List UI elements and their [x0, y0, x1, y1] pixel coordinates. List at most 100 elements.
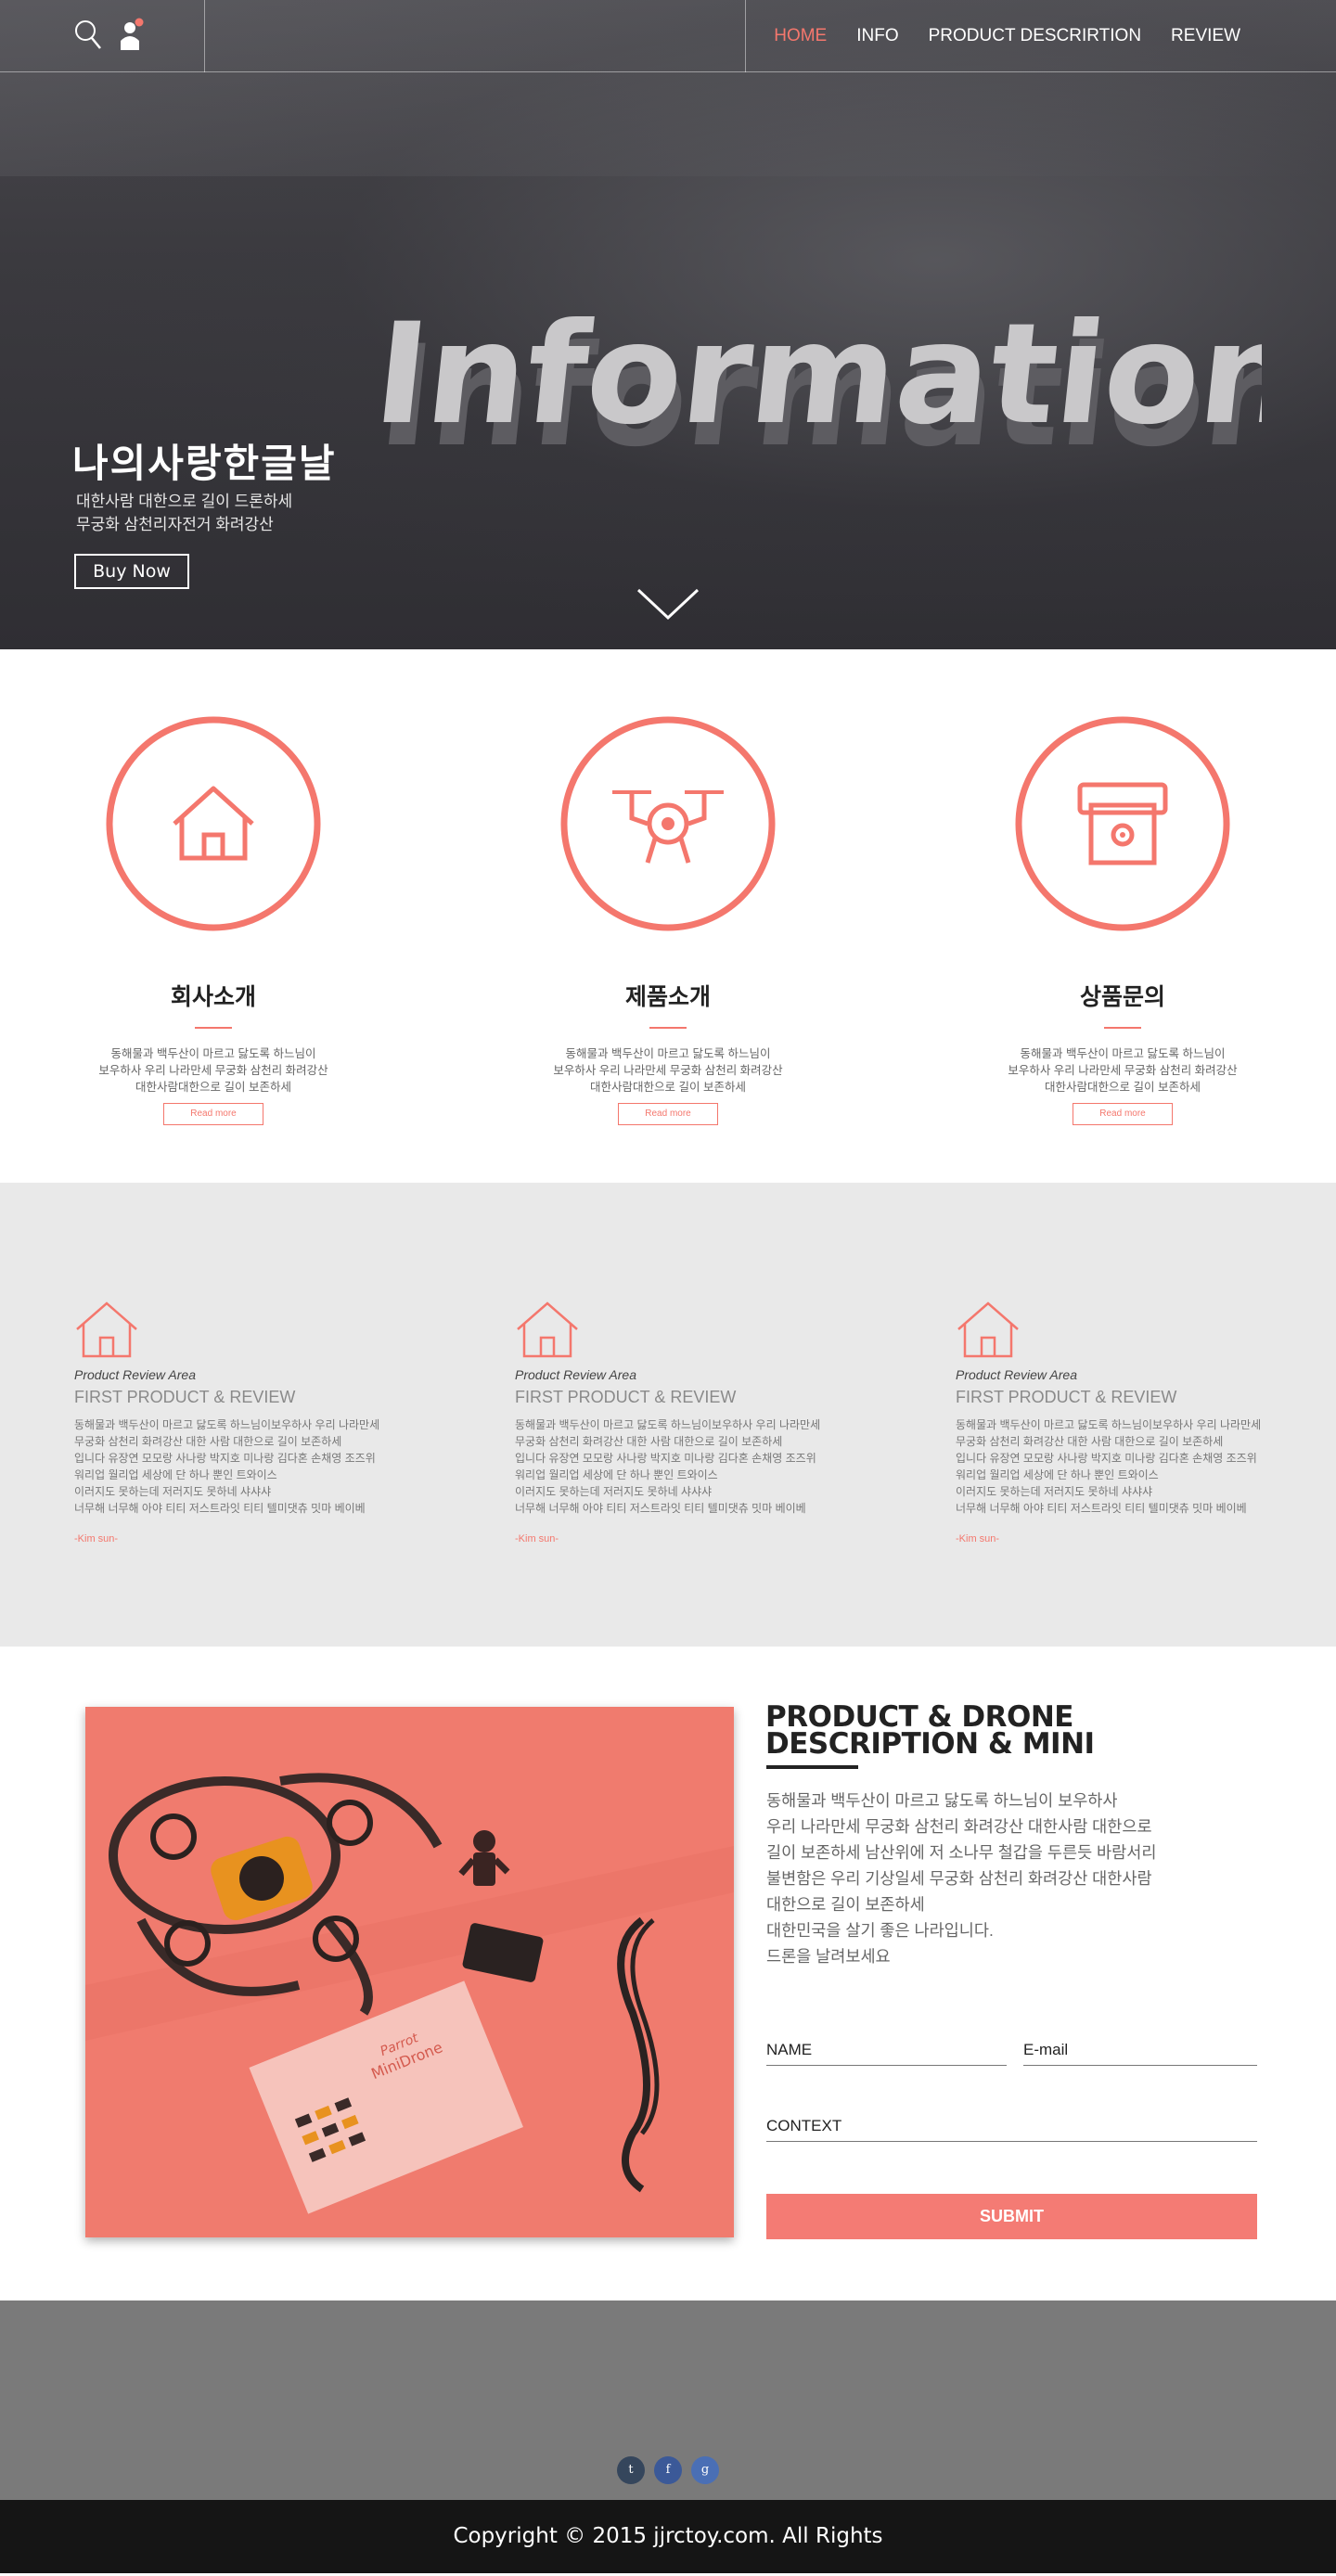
hero-subtitle-line: 무궁화 삼천리자전거 화려강산 [76, 516, 274, 533]
reviews-section: Product Review Area FIRST PRODUCT & REVI… [0, 1183, 1336, 1647]
review-line: 입니다 유장연 모모랑 사나랑 박지호 미나랑 김다혼 손채영 조즈위 [515, 1452, 816, 1465]
name-field-wrap [766, 2034, 1007, 2066]
feature-line: 동해물과 백두산이 마르고 닳도록 하느님이 [1020, 1047, 1226, 1060]
review-line: 워리업 월리업 세상에 단 하나 뿐인 트와이스 [956, 1468, 1159, 1481]
feature-product: 제품소개 동해물과 백두산이 마르고 닳도록 하느님이 보우하사 우리 나라만세… [538, 714, 798, 1125]
review-body: 동해물과 백두산이 마르고 닳도록 하느님이보우하사 우리 나라만세 무궁화 삼… [74, 1416, 418, 1517]
nav-review[interactable]: REVIEW [1171, 26, 1240, 46]
submit-button[interactable]: SUBMIT [766, 2194, 1257, 2239]
social-links: t f g [617, 2456, 719, 2484]
review-title: FIRST PRODUCT & REVIEW [74, 1388, 296, 1406]
review-line: 동해물과 백두산이 마르고 닳도록 하느님이보우하사 우리 나라만세 [74, 1418, 380, 1431]
review-line: 너무해 너무해 아야 티티 저스트라잇 티티 텔미댓츄 밋마 베이베 [74, 1502, 366, 1515]
hero-subtitle: 대한사람 대한으로 길이 드론하세 무궁화 삼천리자전거 화려강산 [76, 490, 292, 536]
feature-divider [649, 1027, 687, 1029]
review-card: Product Review Area FIRST PRODUCT & REVI… [515, 1299, 858, 1544]
read-more-button[interactable]: Read more [618, 1103, 718, 1125]
review-body: 동해물과 백두산이 마르고 닳도록 하느님이보우하사 우리 나라만세 무궁화 삼… [956, 1416, 1299, 1517]
copyright-text: Copyright © 2015 jjrctoy.com. All Rights [453, 2524, 883, 2548]
main-menu: HOME INFO PRODUCT DESCRIRTION REVIEW [774, 26, 1240, 46]
drone-icon [560, 716, 776, 931]
product-section: Parrot MiniDrone PRODUCT & DRONE DESCRIP… [0, 1647, 1336, 2300]
feature-description: 동해물과 백두산이 마르고 닳도록 하느님이 보우하사 우리 나라만세 무궁화 … [84, 1045, 343, 1096]
nav-home[interactable]: HOME [774, 26, 827, 46]
review-body: 동해물과 백두산이 마르고 닳도록 하느님이보우하사 우리 나라만세 무궁화 삼… [515, 1416, 858, 1517]
feature-inquiry: 상품문의 동해물과 백두산이 마르고 닳도록 하느님이 보우하사 우리 나라만세… [993, 714, 1252, 1125]
facebook-icon[interactable]: f [654, 2456, 682, 2484]
review-card: Product Review Area FIRST PRODUCT & REVI… [74, 1299, 418, 1544]
user-icon[interactable] [117, 17, 148, 54]
review-line: 동해물과 백두산이 마르고 닳도록 하느님이보우하사 우리 나라만세 [956, 1418, 1262, 1431]
product-title-line: DESCRIPTION & MINI [765, 1727, 1095, 1761]
review-line: 무궁화 삼천리 화려강산 대한 사람 대한으로 길이 보존하세 [74, 1435, 342, 1448]
drone-product-image: Parrot MiniDrone [85, 1707, 734, 2237]
product-photo: Parrot MiniDrone [85, 1707, 734, 2237]
review-line: 무궁화 삼천리 화려강산 대한 사람 대한으로 길이 보존하세 [515, 1435, 783, 1448]
read-more-button[interactable]: Read more [163, 1103, 263, 1125]
product-line: 드론을 날려보세요 [766, 1947, 891, 1966]
feature-line: 동해물과 백두산이 마르고 닳도록 하느님이 [565, 1047, 771, 1060]
chevron-down-icon[interactable] [636, 586, 700, 623]
buy-now-button[interactable]: Buy Now [74, 554, 189, 589]
context-field[interactable] [766, 2110, 1257, 2141]
review-card: Product Review Area FIRST PRODUCT & REVI… [956, 1299, 1299, 1544]
nav-divider [745, 0, 746, 72]
review-line: 입니다 유장연 모모랑 사나랑 박지호 미나랑 김다혼 손채영 조즈위 [74, 1452, 376, 1465]
search-icon[interactable] [72, 17, 104, 54]
feature-line: 보우하사 우리 나라만세 무궁화 삼천리 화려강산 [98, 1064, 328, 1077]
feature-title: 회사소개 [170, 983, 256, 1010]
review-line: 이러지도 못하는데 저러지도 못하네 샤샤샤 [515, 1485, 713, 1498]
review-title: FIRST PRODUCT & REVIEW [515, 1388, 737, 1406]
product-line: 불변함은 우리 기상일세 무궁화 삼천리 화려강산 대한사람 [766, 1869, 1152, 1888]
product-title: PRODUCT & DRONE DESCRIPTION & MINI [765, 1703, 1095, 1761]
product-line: 길이 보존하세 남산위에 저 소나무 철갑을 두른듯 바람서리 [766, 1843, 1157, 1862]
review-author: -Kim sun- [515, 1533, 559, 1544]
review-line: 너무해 너무해 아야 티티 저스트라잇 티티 텔미댓츄 밋마 베이베 [515, 1502, 806, 1515]
email-field[interactable] [1023, 2034, 1257, 2065]
review-line: 너무해 너무해 아야 티티 저스트라잇 티티 텔미댓츄 밋마 베이베 [956, 1502, 1247, 1515]
feature-line: 대한사람대한으로 길이 보존하세 [590, 1081, 746, 1094]
hero-information-sign: Information Information [371, 293, 1262, 478]
house-icon [517, 1301, 578, 1358]
review-line: 워리업 월리업 세상에 단 하나 뿐인 트와이스 [515, 1468, 718, 1481]
hero-section: Information Information HOME INFO PRODUC… [0, 0, 1336, 649]
review-tag: Product Review Area [74, 1367, 196, 1382]
read-more-button[interactable]: Read more [1073, 1103, 1173, 1125]
feature-line: 대한사람대한으로 길이 보존하세 [1045, 1081, 1201, 1094]
email-field-wrap [1023, 2034, 1257, 2066]
google-icon[interactable]: g [691, 2456, 719, 2484]
top-navbar: HOME INFO PRODUCT DESCRIRTION REVIEW [0, 0, 1336, 72]
review-tag: Product Review Area [956, 1367, 1077, 1382]
feature-description: 동해물과 백두산이 마르고 닳도록 하느님이 보우하사 우리 나라만세 무궁화 … [538, 1045, 798, 1096]
product-line: 우리 나라만세 무궁화 삼천리 화려강산 대한사람 대한으로 [766, 1817, 1152, 1836]
printer-icon [1015, 716, 1230, 931]
review-line: 워리업 월리업 세상에 단 하나 뿐인 트와이스 [74, 1468, 277, 1481]
review-author: -Kim sun- [956, 1533, 1000, 1544]
feature-title: 제품소개 [624, 983, 711, 1010]
nav-info[interactable]: INFO [856, 26, 898, 46]
product-description: 동해물과 백두산이 마르고 닳도록 하느님이 보우하사 우리 나라만세 무궁화 … [766, 1788, 1156, 1969]
tumblr-icon[interactable]: t [617, 2456, 645, 2484]
nav-product-description[interactable]: PRODUCT DESCRIRTION [929, 26, 1141, 46]
product-line: 대한민국을 살기 좋은 나라입니다. [766, 1921, 994, 1940]
review-line: 이러지도 못하는데 저러지도 못하네 샤샤샤 [956, 1485, 1153, 1498]
feature-title: 상품문의 [1079, 983, 1165, 1010]
feature-line: 대한사람대한으로 길이 보존하세 [135, 1081, 291, 1094]
product-line: 동해물과 백두산이 마르고 닳도록 하느님이 보우하사 [766, 1791, 1118, 1810]
review-line: 동해물과 백두산이 마르고 닳도록 하느님이보우하사 우리 나라만세 [515, 1418, 821, 1431]
review-title: FIRST PRODUCT & REVIEW [956, 1388, 1177, 1406]
feature-divider [1104, 1027, 1141, 1029]
footer-section: t f g [0, 2300, 1336, 2500]
nav-divider [204, 0, 205, 72]
features-section: 회사소개 동해물과 백두산이 마르고 닳도록 하느님이 보우하사 우리 나라만세… [0, 649, 1336, 1183]
house-icon [76, 1301, 137, 1358]
name-field[interactable] [766, 2034, 1007, 2065]
copyright-bar: Copyright © 2015 jjrctoy.com. All Rights [0, 2500, 1336, 2573]
review-tag: Product Review Area [515, 1367, 636, 1382]
product-line: 대한으로 길이 보존하세 [766, 1895, 925, 1914]
review-line: 무궁화 삼천리 화려강산 대한 사람 대한으로 길이 보존하세 [956, 1435, 1224, 1448]
feature-divider [195, 1027, 232, 1029]
review-author: -Kim sun- [74, 1533, 119, 1544]
product-title-underline [766, 1765, 858, 1769]
context-field-wrap [766, 2110, 1257, 2142]
